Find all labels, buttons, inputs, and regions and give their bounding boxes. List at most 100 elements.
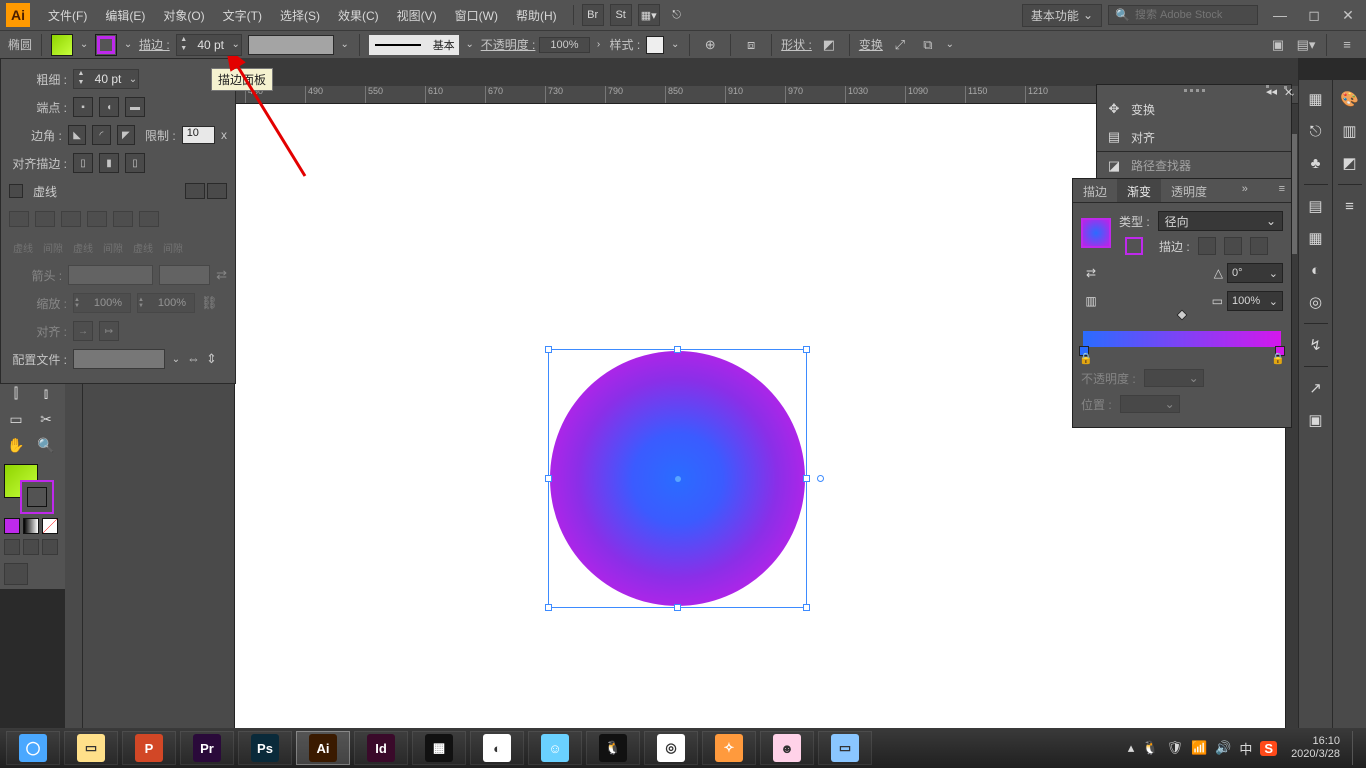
taskbar-app-chrome[interactable]: ◎ xyxy=(644,731,698,765)
opacity-dropdown[interactable]: › xyxy=(594,39,604,50)
stroke-dropdown[interactable]: ⌄ xyxy=(123,39,133,50)
stroke-swatch[interactable] xyxy=(95,34,117,56)
taskbar-app-ppt[interactable]: P xyxy=(122,731,176,765)
tray-net-icon[interactable]: 📶 xyxy=(1191,740,1207,756)
menu-window[interactable]: 窗口(W) xyxy=(447,3,506,28)
taskbar-app-explorer[interactable]: ▭ xyxy=(64,731,118,765)
menu-file[interactable]: 文件(F) xyxy=(40,3,95,28)
rail-color-icon[interactable]: ▤ xyxy=(1305,195,1327,217)
stock-search[interactable]: 🔍 xyxy=(1108,5,1258,25)
pathfinder-row[interactable]: ◪ 路径查找器 xyxy=(1097,151,1291,179)
gradient-type-select[interactable]: 径向 ⌄ xyxy=(1158,211,1283,231)
dash-align-2[interactable] xyxy=(207,183,227,199)
cap-butt[interactable]: ▪ xyxy=(73,97,93,117)
tray-ime-zh-icon[interactable]: 中 xyxy=(1239,739,1252,758)
gpu-icon[interactable]: ⎋ xyxy=(666,4,688,26)
cap-round[interactable]: ◖ xyxy=(99,97,119,117)
tab-gradient[interactable]: 渐变 xyxy=(1117,179,1161,202)
rail-libraries-icon[interactable]: ⎋ xyxy=(1305,120,1327,142)
style-dropdown[interactable]: ⌄ xyxy=(670,39,680,50)
taskbar-app-photoshop[interactable]: Ps xyxy=(238,731,292,765)
tool-zoom[interactable]: 🔍 xyxy=(34,433,58,457)
handle-tl[interactable] xyxy=(545,346,552,353)
rail-symbols-icon[interactable]: ↯ xyxy=(1305,334,1327,356)
profile-select[interactable] xyxy=(73,349,165,369)
tool-knife[interactable]: ✂ xyxy=(34,407,58,431)
handle-bl[interactable] xyxy=(545,604,552,611)
tool-hand[interactable]: ✋ xyxy=(4,433,28,457)
align-icon[interactable]: ⧈ xyxy=(740,34,762,56)
rail-properties-icon[interactable]: ▦ xyxy=(1305,88,1327,110)
shape-convert-icon[interactable]: ◩ xyxy=(818,34,840,56)
arrange-docs-icon[interactable]: ▦▾ xyxy=(638,4,660,26)
gradient-mode[interactable] xyxy=(23,518,39,534)
handle-l[interactable] xyxy=(545,475,552,482)
opacity-control[interactable]: 不透明度 : 100% › xyxy=(481,36,604,53)
gradient-thumb[interactable] xyxy=(1081,218,1111,248)
transform-icon-2[interactable]: ⧉ xyxy=(917,34,939,56)
handle-r[interactable] xyxy=(803,475,810,482)
brush-definition[interactable]: 基本 xyxy=(369,35,459,55)
transform-button[interactable]: 变换 xyxy=(859,36,883,53)
fill-swatch[interactable] xyxy=(51,34,73,56)
stock-search-input[interactable] xyxy=(1135,9,1255,21)
gradient-angle-input[interactable]: 0°⌄ xyxy=(1227,263,1283,283)
tool-graph[interactable]: ⫿ xyxy=(4,381,28,405)
tray-sogou-icon[interactable]: S xyxy=(1260,741,1277,756)
menu-effect[interactable]: 效果(C) xyxy=(330,3,387,28)
window-restore[interactable]: ◻ xyxy=(1302,8,1326,22)
grad-stroke-mode-2[interactable] xyxy=(1224,237,1242,255)
tray-chevron-icon[interactable]: ▴ xyxy=(1128,740,1135,756)
flip-h-icon[interactable]: ⇔ xyxy=(187,351,200,367)
rail-swatches-icon[interactable]: ▦ xyxy=(1305,227,1327,249)
panel-close[interactable]: ✕ xyxy=(1284,86,1287,89)
dash-checkbox[interactable] xyxy=(9,184,23,198)
recolor-icon[interactable]: ⊕ xyxy=(699,34,721,56)
fs-stroke-swatch[interactable] xyxy=(20,480,54,514)
taskbar-app-qq[interactable]: 🐧 xyxy=(586,731,640,765)
draw-normal[interactable] xyxy=(4,539,20,555)
menu-select[interactable]: 选择(S) xyxy=(272,3,328,28)
none-mode[interactable] xyxy=(42,518,58,534)
tray-vol-icon[interactable]: 🔊 xyxy=(1215,740,1231,756)
gradient-aspect-input[interactable]: 100%⌄ xyxy=(1227,291,1283,311)
rail-brushes-icon[interactable]: ◐ xyxy=(1305,259,1327,281)
panel-expand[interactable]: » xyxy=(1236,179,1254,202)
join-bevel[interactable]: ◤ xyxy=(117,125,135,145)
selection-bounds[interactable] xyxy=(548,349,807,608)
panel-menu-icon[interactable]: ≡ xyxy=(1336,34,1358,56)
show-desktop[interactable] xyxy=(1352,731,1360,765)
variable-width-profile[interactable] xyxy=(248,35,334,55)
sp-weight-input[interactable]: ▲▼ 40 pt ⌄ xyxy=(73,69,139,89)
vwp-dropdown[interactable]: ⌄ xyxy=(340,39,350,50)
taskbar-app-premiere[interactable]: Pr xyxy=(180,731,234,765)
color-mode[interactable] xyxy=(4,518,20,534)
tool-column-graph[interactable]: ⫾ xyxy=(34,381,58,405)
stroke-weight-input[interactable]: ▲▼ 40 pt ⌄ xyxy=(176,34,242,56)
taskbar-app-illustrator[interactable]: Ai xyxy=(296,731,350,765)
taskbar-app-media[interactable]: ▦ xyxy=(412,731,466,765)
menu-object[interactable]: 对象(O) xyxy=(155,3,212,28)
workspace-selector[interactable]: 基本功能 ⌄ xyxy=(1022,4,1102,27)
window-close[interactable]: ✕ xyxy=(1336,8,1360,22)
rail-asset-icon[interactable]: ▣ xyxy=(1305,409,1327,431)
transform-row[interactable]: ✥ 变换 xyxy=(1097,95,1291,123)
panel-collapse[interactable]: ◂◂ xyxy=(1266,85,1269,88)
rail-menu-icon[interactable]: ≡ xyxy=(1339,195,1361,217)
draw-inside[interactable] xyxy=(42,539,58,555)
dash-align-1[interactable] xyxy=(185,183,205,199)
menu-help[interactable]: 帮助(H) xyxy=(508,3,565,28)
tray-qq-icon[interactable]: 🐧 xyxy=(1142,740,1158,756)
align-stroke-inside[interactable]: ▮ xyxy=(99,153,119,173)
taskbar-clock[interactable]: 16:10 2020/3/28 xyxy=(1291,735,1340,761)
menu-view[interactable]: 视图(V) xyxy=(389,3,445,28)
taskbar-app-browser[interactable]: ◯ xyxy=(6,731,60,765)
handle-t[interactable] xyxy=(674,346,681,353)
handle-b[interactable] xyxy=(674,604,681,611)
rail-artboards-icon[interactable]: ◩ xyxy=(1339,152,1361,174)
grad-stroke-mode-3[interactable] xyxy=(1250,237,1268,255)
taskbar-app-app3[interactable]: ✧ xyxy=(702,731,756,765)
align-stroke-outside[interactable]: ▯ xyxy=(125,153,145,173)
taskbar-app-app1[interactable]: ◐ xyxy=(470,731,524,765)
isolate-icon[interactable]: ▣ xyxy=(1267,34,1289,56)
